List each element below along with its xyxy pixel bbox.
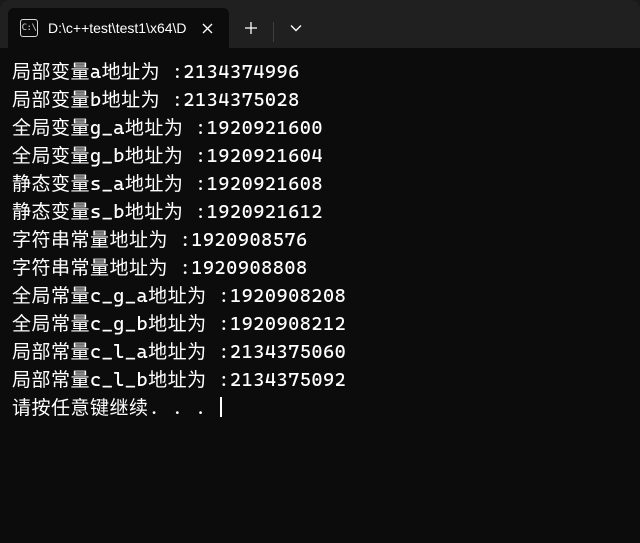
output-line: 局部变量a地址为 :2134374996 bbox=[12, 58, 628, 86]
output-line: 字符串常量地址为 :1920908808 bbox=[12, 254, 628, 282]
output-line: 局部常量c_l_a地址为 :2134375060 bbox=[12, 338, 628, 366]
output-value: 1920921612 bbox=[207, 201, 323, 223]
output-line: 字符串常量地址为 :1920908576 bbox=[12, 226, 628, 254]
output-value: 1920908208 bbox=[230, 285, 346, 307]
output-value: 1920921600 bbox=[207, 117, 323, 139]
output-label: 静态变量s_a地址为 : bbox=[12, 173, 207, 195]
output-line: 全局变量g_b地址为 :1920921604 bbox=[12, 142, 628, 170]
output-line: 静态变量s_a地址为 :1920921608 bbox=[12, 170, 628, 198]
titlebar: C:\ D:\c++test\test1\x64\D bbox=[0, 0, 640, 48]
output-value: 1920908808 bbox=[191, 257, 307, 279]
output-label: 局部常量c_l_b地址为 : bbox=[12, 369, 230, 391]
text-cursor bbox=[220, 397, 222, 417]
output-line: 全局常量c_g_a地址为 :1920908208 bbox=[12, 282, 628, 310]
output-value: 1920908576 bbox=[191, 229, 307, 251]
tab-dropdown-button[interactable] bbox=[274, 8, 318, 48]
chevron-down-icon bbox=[290, 24, 302, 32]
output-value: 2134374996 bbox=[183, 61, 299, 83]
output-line: 局部变量b地址为 :2134375028 bbox=[12, 86, 628, 114]
close-icon bbox=[202, 23, 213, 34]
continue-prompt: 请按任意键继续. . . bbox=[12, 394, 628, 422]
plus-icon bbox=[245, 22, 257, 34]
output-label: 局部常量c_l_a地址为 : bbox=[12, 341, 230, 363]
output-label: 静态变量s_b地址为 : bbox=[12, 201, 207, 223]
output-label: 局部变量a地址为 : bbox=[12, 61, 183, 83]
titlebar-actions bbox=[229, 0, 318, 48]
new-tab-button[interactable] bbox=[229, 8, 273, 48]
output-value: 1920921608 bbox=[207, 173, 323, 195]
output-value: 2134375028 bbox=[183, 89, 299, 111]
output-label: 局部变量b地址为 : bbox=[12, 89, 183, 111]
output-value: 2134375092 bbox=[230, 369, 346, 391]
output-line: 全局常量c_g_b地址为 :1920908212 bbox=[12, 310, 628, 338]
continue-prompt-text: 请按任意键继续. . . bbox=[12, 397, 218, 419]
terminal-output[interactable]: 局部变量a地址为 :2134374996局部变量b地址为 :2134375028… bbox=[0, 48, 640, 543]
output-value: 1920908212 bbox=[230, 313, 346, 335]
output-line: 局部常量c_l_b地址为 :2134375092 bbox=[12, 366, 628, 394]
cmd-icon: C:\ bbox=[20, 19, 38, 37]
terminal-window: C:\ D:\c++test\test1\x64\D 局部变量a地址为 :213… bbox=[0, 0, 640, 543]
output-line: 全局变量g_a地址为 :1920921600 bbox=[12, 114, 628, 142]
output-label: 全局变量g_a地址为 : bbox=[12, 117, 207, 139]
active-tab[interactable]: C:\ D:\c++test\test1\x64\D bbox=[8, 8, 229, 48]
output-label: 字符串常量地址为 : bbox=[12, 229, 191, 251]
output-value: 2134375060 bbox=[230, 341, 346, 363]
tab-title: D:\c++test\test1\x64\D bbox=[48, 20, 187, 36]
output-label: 全局常量c_g_a地址为 : bbox=[12, 285, 230, 307]
output-label: 全局变量g_b地址为 : bbox=[12, 145, 207, 167]
output-line: 静态变量s_b地址为 :1920921612 bbox=[12, 198, 628, 226]
close-tab-button[interactable] bbox=[197, 17, 219, 39]
output-label: 字符串常量地址为 : bbox=[12, 257, 191, 279]
output-value: 1920921604 bbox=[207, 145, 323, 167]
output-label: 全局常量c_g_b地址为 : bbox=[12, 313, 230, 335]
